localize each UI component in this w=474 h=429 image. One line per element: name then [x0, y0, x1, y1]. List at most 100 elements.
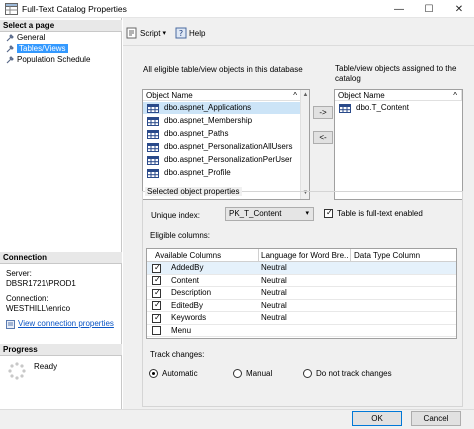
minimize-icon: —	[394, 3, 404, 15]
maximize-icon: ☐	[424, 3, 434, 15]
track-automatic-radio[interactable]	[149, 369, 158, 378]
page-item-general[interactable]: General	[4, 33, 45, 43]
object-name-column-header[interactable]: Object Name ^	[143, 90, 302, 101]
maximize-button[interactable]: ☐	[414, 0, 444, 18]
table-row[interactable]: AddedBy Neutral	[147, 262, 456, 275]
list-item[interactable]: dbo.aspnet_PersonalizationPerUser	[143, 154, 302, 166]
page-item-label: Tables/Views	[17, 44, 68, 53]
column-include-checkbox[interactable]	[152, 326, 161, 335]
track-manual-radio[interactable]	[233, 369, 242, 378]
track-none-radio[interactable]	[303, 369, 312, 378]
column-divider	[350, 249, 351, 262]
eligible-objects-list[interactable]: Object Name ^ dbo.aspnet_Applications db…	[142, 89, 310, 200]
list-item[interactable]: dbo.aspnet_Paths	[143, 128, 302, 140]
sort-up-icon: ^	[293, 91, 297, 100]
list-item[interactable]: dbo.aspnet_Applications	[143, 102, 302, 114]
page-item-label: General	[17, 33, 46, 42]
minimize-button[interactable]: —	[384, 0, 414, 18]
list-item-label: dbo.aspnet_PersonalizationAllUsers	[164, 142, 293, 151]
selected-object-properties-label: Selected object properties	[145, 187, 242, 196]
window-title: Full-Text Catalog Properties	[22, 4, 127, 14]
column-include-checkbox[interactable]	[152, 288, 161, 298]
table-row[interactable]: EditedBy Neutral	[147, 300, 456, 312]
table-icon	[147, 104, 159, 113]
table-icon	[147, 117, 159, 126]
column-header-label: Object Name	[146, 91, 193, 100]
view-connection-properties-row: View connection properties	[6, 319, 114, 329]
fulltext-enabled-label: Table is full-text enabled	[337, 209, 423, 218]
table-icon	[147, 169, 159, 178]
table-row[interactable]: Description Neutral	[147, 287, 456, 300]
script-button[interactable]: Script ▾	[126, 26, 166, 40]
scroll-up-icon[interactable]: ▲	[302, 92, 309, 99]
assigned-objects-list[interactable]: Object Name ^ dbo.T_Content	[334, 89, 463, 200]
column-include-checkbox[interactable]	[152, 275, 161, 285]
unique-index-label: Unique index:	[151, 211, 200, 220]
table-row[interactable]: Keywords Neutral	[147, 312, 456, 325]
dialog-footer: OK Cancel	[0, 409, 474, 429]
help-button[interactable]: ? Help	[175, 26, 205, 40]
columns-header-row: Available Columns Language for Word Bre.…	[147, 249, 456, 262]
column-include-checkbox[interactable]	[152, 313, 161, 323]
available-columns-header[interactable]: Available Columns	[155, 251, 221, 260]
server-label: Server:	[6, 269, 32, 278]
column-name: AddedBy	[171, 263, 204, 272]
cancel-button[interactable]: Cancel	[411, 411, 461, 426]
remove-object-button[interactable]: <-	[313, 131, 333, 144]
unique-index-select[interactable]: PK_T_Content ▾	[225, 207, 314, 221]
list-item[interactable]: dbo.T_Content	[335, 102, 462, 114]
help-label: Help	[189, 28, 206, 38]
page-item-tables-views[interactable]: Tables/Views	[4, 44, 68, 54]
column-language[interactable]: Neutral	[261, 312, 287, 324]
close-icon: ✕	[454, 3, 464, 15]
connection-value: WESTHILL\enrico	[6, 304, 71, 313]
column-name: Content	[171, 275, 200, 285]
list-item-label: dbo.T_Content	[356, 103, 409, 112]
column-language[interactable]: Neutral	[261, 300, 287, 312]
table-row[interactable]: Menu	[147, 325, 456, 337]
column-header-label: Object Name	[338, 91, 385, 100]
help-icon: ?	[175, 27, 187, 39]
wrench-icon	[6, 34, 14, 42]
data-type-column-header[interactable]: Data Type Column	[354, 251, 420, 260]
track-manual-label: Manual	[246, 369, 273, 378]
view-connection-properties-link[interactable]: View connection properties	[18, 319, 114, 329]
eligible-objects-label: All eligible table/view objects in this …	[143, 65, 303, 74]
column-include-checkbox[interactable]	[152, 263, 161, 273]
eligible-columns-grid[interactable]: Available Columns Language for Word Bre.…	[146, 248, 457, 339]
track-automatic-label: Automatic	[162, 369, 198, 378]
column-name: EditedBy	[171, 300, 204, 310]
track-automatic-option[interactable]: Automatic	[149, 369, 198, 378]
add-object-button[interactable]: ->	[313, 106, 333, 119]
track-none-option[interactable]: Do not track changes	[303, 369, 392, 378]
eligible-list-scrollbar[interactable]: ▲ ▼	[300, 90, 309, 199]
page-item-population-schedule[interactable]: Population Schedule	[4, 55, 90, 65]
title-bar: Full-Text Catalog Properties — ☐ ✕	[0, 0, 474, 18]
track-manual-option[interactable]: Manual	[233, 369, 272, 378]
ok-button[interactable]: OK	[352, 411, 402, 426]
column-name: Keywords	[171, 313, 207, 322]
list-item[interactable]: dbo.aspnet_Profile	[143, 167, 302, 179]
list-item[interactable]: dbo.aspnet_Membership	[143, 115, 302, 127]
table-row[interactable]: Content Neutral	[147, 275, 456, 287]
column-divider	[258, 249, 259, 262]
catalog-app-icon	[5, 3, 18, 15]
eligible-columns-label: Eligible columns:	[150, 231, 211, 240]
fulltext-enabled-checkbox[interactable]	[324, 208, 333, 218]
list-item[interactable]: dbo.aspnet_PersonalizationAllUsers	[143, 141, 302, 153]
column-language[interactable]: Neutral	[261, 262, 287, 274]
column-include-checkbox[interactable]	[152, 300, 161, 310]
wrench-icon	[6, 56, 14, 64]
svg-text:?: ?	[179, 29, 183, 38]
server-value: DBSR1721\PROD1	[6, 279, 76, 288]
select-page-header: Select a page	[0, 20, 122, 32]
left-pane: Select a page General Tables/Views Popul…	[0, 18, 122, 409]
table-icon	[147, 156, 159, 165]
column-language[interactable]: Neutral	[261, 275, 287, 287]
column-language[interactable]: Neutral	[261, 287, 287, 299]
list-item-label: dbo.aspnet_Applications	[164, 103, 252, 112]
language-header[interactable]: Language for Word Bre...	[261, 251, 349, 260]
object-name-column-header[interactable]: Object Name ^	[335, 90, 462, 101]
table-icon	[147, 130, 159, 139]
close-button[interactable]: ✕	[444, 0, 474, 18]
